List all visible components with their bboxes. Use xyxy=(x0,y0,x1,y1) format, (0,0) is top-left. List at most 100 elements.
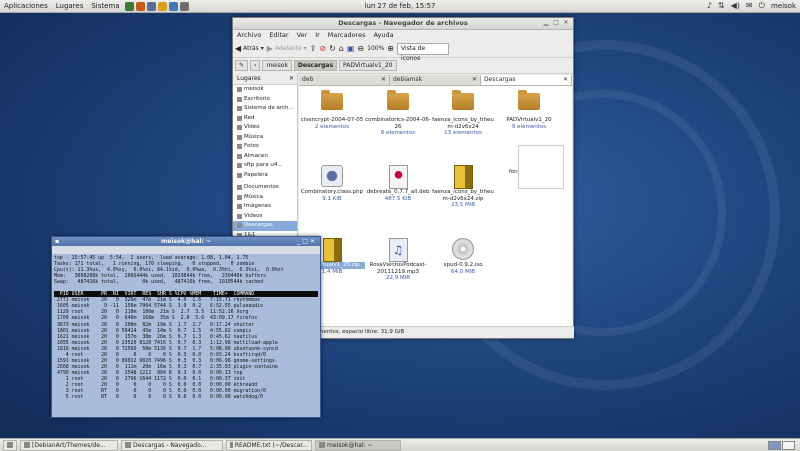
taskbar-label: [DebianArt/Themes/de... xyxy=(32,441,106,449)
taskbar-button[interactable]: README.txt (~/Descar... xyxy=(226,439,312,451)
launcher-icon[interactable] xyxy=(168,1,178,11)
sidebar-item[interactable]: Música xyxy=(233,133,297,143)
path-segment[interactable]: PADVirtualv1_20 xyxy=(339,60,397,71)
file-item[interactable]: faenza_icons_by_tiheum-d2v6x24.zip 23,5 M… xyxy=(430,165,496,209)
close-icon[interactable]: ✕ xyxy=(289,73,294,84)
power-icon[interactable]: ⏻ xyxy=(759,0,765,12)
taskbar-button[interactable]: meisok@hal: ~ xyxy=(315,439,401,451)
terminal-titlebar[interactable]: ▪ meisok@hal: ~ _□✕ xyxy=(52,237,320,246)
sidebar-item[interactable]: Fotos xyxy=(233,142,297,152)
sidebar-item-label: Vídeos xyxy=(244,212,263,219)
edit-location-button[interactable]: ✎ xyxy=(235,60,249,71)
volume-icon[interactable]: ◀) xyxy=(731,0,740,12)
workspace-1[interactable] xyxy=(768,441,781,450)
sidebar-item[interactable]: sftp para u4... xyxy=(233,161,297,171)
tab-descargas[interactable]: Descargas ✕ xyxy=(481,75,572,85)
file-item[interactable]: ♫ RosaVientosPodcast-20111219.mp3 22,9 MiB xyxy=(365,238,431,282)
menu-bar: Archivo Editar Ver Ir Marcadores Ayuda xyxy=(233,30,573,40)
menu-file[interactable]: Archivo xyxy=(233,31,265,39)
file-item[interactable]: xpud-0.9.2.iso 64,0 MiB xyxy=(430,238,496,276)
close-icon[interactable]: ✕ xyxy=(562,19,570,27)
folder-icon xyxy=(387,90,409,115)
sidebar-item[interactable]: Música xyxy=(233,193,297,203)
home-button[interactable]: ⌂ xyxy=(339,44,344,53)
minimize-icon[interactable]: ▁ xyxy=(542,19,550,27)
file-name: combinatorics-2004-06-26 xyxy=(365,117,431,130)
zoom-level[interactable]: 100% xyxy=(367,45,384,52)
sidebar-item[interactable]: Sistema de arch... xyxy=(233,104,297,114)
terminal-output[interactable]: top - 15:57:45 up 5:54, 2 users, load av… xyxy=(52,254,320,401)
path-segment[interactable]: meisok xyxy=(262,60,292,71)
menu-bookmarks[interactable]: Marcadores xyxy=(324,31,370,39)
menu-applications[interactable]: Aplicaciones xyxy=(0,0,52,12)
taskbar-label: Descargas - Navegado... xyxy=(133,441,207,449)
menu-go[interactable]: Ir xyxy=(311,31,324,39)
file-item[interactable]: fontstarter.svg7,8 KiB xyxy=(496,145,564,189)
status-bar: 11 elementos, espacio libre: 31,9 GiB xyxy=(299,326,574,338)
taskbar-button[interactable]: [DebianArt/Themes/de... xyxy=(20,439,118,451)
sidebar-item[interactable]: Imágenes xyxy=(233,202,297,212)
mail-icon[interactable]: ✉ xyxy=(746,0,753,12)
maximize-icon[interactable]: □ xyxy=(552,19,560,27)
file-item[interactable]: PADVirtualv1_20 9 elementos xyxy=(496,89,562,131)
place-icon xyxy=(237,185,242,191)
workspace-2[interactable] xyxy=(782,441,795,450)
top-panel: Aplicaciones Lugares Sistema lun 27 de f… xyxy=(0,0,800,13)
menu-edit[interactable]: Editar xyxy=(265,31,292,39)
sidebar-item[interactable]: meisok xyxy=(233,85,297,95)
menu-help[interactable]: Ayuda xyxy=(369,31,397,39)
close-icon[interactable]: ✕ xyxy=(472,75,477,85)
launcher-icon[interactable] xyxy=(179,1,189,11)
reload-button[interactable]: ↻ xyxy=(329,44,336,53)
clock[interactable]: lun 27 de feb, 15:57 xyxy=(365,0,436,12)
music-note-icon[interactable]: ♪ xyxy=(707,0,712,12)
file-item[interactable]: combinatorics-2004-06-26 6 elementos xyxy=(365,89,431,137)
computer-button[interactable]: ▣ xyxy=(347,44,355,53)
tab-debiamsk[interactable]: debiamsk ✕ xyxy=(390,75,481,85)
file-item[interactable]: clsencrypt-2004-07-05 2 elementos xyxy=(299,89,365,131)
network-icon[interactable]: ⇅ xyxy=(718,0,725,12)
sidebar-item[interactable]: Escritorio xyxy=(233,95,297,105)
sidebar-item[interactable]: Descargas xyxy=(233,221,297,231)
file-size: 9,1 KiB xyxy=(322,195,342,202)
sidebar-item[interactable]: Red xyxy=(233,114,297,124)
sidebar-item[interactable]: Vídeo xyxy=(233,123,297,133)
launcher-icon[interactable] xyxy=(157,1,167,11)
tab-deb[interactable]: deb ✕ xyxy=(299,75,390,85)
maximize-icon[interactable]: □ xyxy=(302,238,310,245)
menu-view[interactable]: Ver xyxy=(293,31,312,39)
close-icon[interactable]: ✕ xyxy=(310,238,317,245)
view-mode-select[interactable]: Vista de iconos xyxy=(396,42,449,62)
sidebar-header[interactable]: Lugares ✕ xyxy=(233,73,297,85)
sidebar-item[interactable]: Almacen xyxy=(233,152,297,162)
stop-button[interactable]: ⊘ xyxy=(319,44,326,53)
zoom-in-button[interactable]: ⊕ xyxy=(387,44,394,53)
close-icon[interactable]: ✕ xyxy=(563,75,568,85)
launcher-icon[interactable] xyxy=(146,1,156,11)
path-left-button[interactable]: ‹ xyxy=(250,60,261,71)
up-button[interactable]: ⇧ xyxy=(310,44,317,53)
path-segment-current[interactable]: Descargas xyxy=(293,60,338,71)
sidebar-item[interactable]: Documentos xyxy=(233,183,297,193)
taskbar-label: README.txt (~/Descar... xyxy=(234,441,308,449)
launcher-icon[interactable] xyxy=(124,1,134,11)
show-desktop-button[interactable] xyxy=(3,439,17,451)
computer-icon: ▣ xyxy=(346,44,355,53)
menu-places[interactable]: Lugares xyxy=(52,0,88,12)
menu-system[interactable]: Sistema xyxy=(87,0,123,12)
window-titlebar[interactable]: Descargas - Navegador de archivos ▁ □ ✕ xyxy=(233,18,573,30)
file-view: deb ✕ debiamsk ✕ Descargas ✕ clsencrypt-200… xyxy=(299,75,572,326)
close-icon[interactable]: ✕ xyxy=(381,75,386,85)
forward-button[interactable]: ▶ Adelante ▾ xyxy=(267,44,307,53)
user-name[interactable]: meisok xyxy=(771,2,796,10)
back-button[interactable]: ◀ Atrás ▾ xyxy=(235,44,264,53)
zoom-out-button[interactable]: ⊖ xyxy=(357,44,364,53)
file-item[interactable]: debreate_0.7.7_all.deb 487,5 KiB xyxy=(365,165,431,203)
file-item[interactable]: faenza_icons_by_tiheum-d2v6x24 13 element… xyxy=(430,89,496,137)
file-item[interactable]: Combinatory.class.php 9,1 KiB xyxy=(299,165,365,203)
terminal-menu-icon[interactable]: ▪ xyxy=(55,237,59,246)
launcher-icon[interactable] xyxy=(135,1,145,11)
taskbar-button[interactable]: Descargas - Navegado... xyxy=(121,439,223,451)
sidebar-item[interactable]: Vídeos xyxy=(233,212,297,222)
sidebar-item[interactable]: Papelera xyxy=(233,171,297,181)
